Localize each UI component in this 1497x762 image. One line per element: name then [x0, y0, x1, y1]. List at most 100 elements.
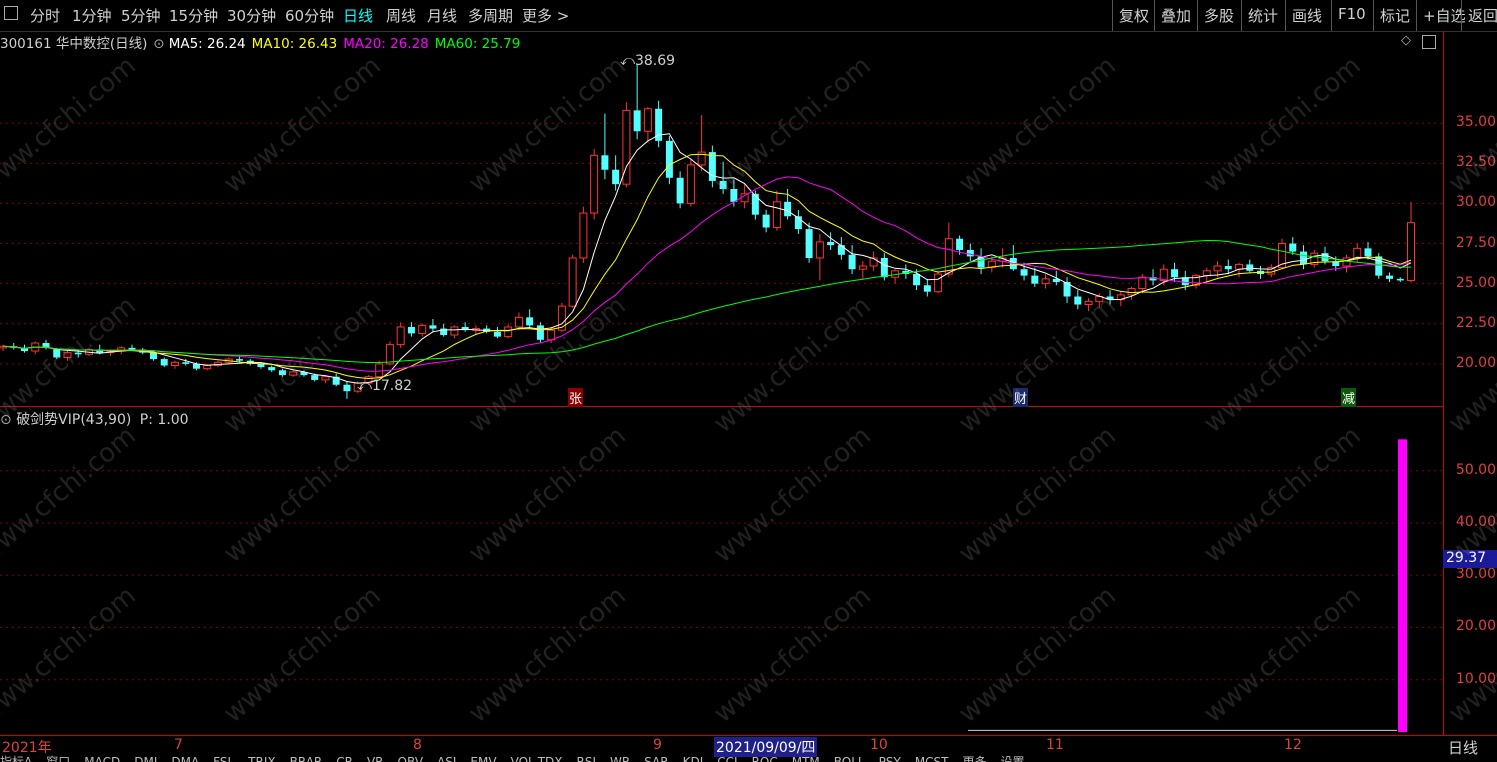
indicator-tab-14[interactable]: RSI: [577, 755, 597, 762]
candle-body: [719, 180, 727, 189]
candle-body: [612, 169, 620, 185]
ma20-line: [2, 176, 1412, 372]
candle-body: [1375, 256, 1383, 276]
candle-body: [343, 384, 351, 392]
candle-body: [385, 344, 394, 365]
indicator-tab-15[interactable]: WR: [610, 755, 630, 762]
indicator-tab-22[interactable]: PSY: [879, 755, 901, 762]
candle-body: [1396, 278, 1404, 281]
indicator-tab-3[interactable]: DMI: [134, 755, 157, 762]
candle-body: [665, 140, 673, 178]
indicator-tab-19[interactable]: ROC: [752, 755, 778, 762]
kline-chart[interactable]: [0, 0, 1443, 735]
date-label-sep: 9: [653, 737, 662, 753]
candle-body: [1364, 248, 1372, 257]
candle-body: [805, 229, 813, 258]
price-tick-label: 32.50: [1455, 154, 1496, 171]
indicator-name: 破剑势VIP(43,90): [16, 412, 132, 428]
date-label-jul: 7: [174, 737, 183, 753]
indicator-tab-4[interactable]: DMA: [171, 755, 199, 762]
indicator-tab-7[interactable]: BRAR: [290, 755, 323, 762]
candle-body: [643, 108, 652, 132]
date-label-nov: 11: [1046, 737, 1064, 753]
candle-body: [504, 326, 513, 338]
candle-body: [74, 352, 82, 355]
tool-button-8[interactable]: 返回: [1461, 0, 1497, 31]
indicator-tab-0[interactable]: 指标A: [0, 755, 32, 762]
marker-cai[interactable]: 财: [1013, 388, 1029, 407]
candle-body: [429, 325, 437, 329]
indicator-tab-8[interactable]: CR: [336, 755, 353, 762]
indicator-tab-23[interactable]: MCST: [915, 755, 949, 762]
candle-body: [1246, 264, 1254, 271]
candle-body: [1020, 269, 1028, 276]
candle-body: [1353, 247, 1362, 259]
candle-body: [1127, 287, 1136, 296]
candle-body: [956, 238, 964, 250]
candle-body: [1202, 270, 1211, 277]
indicator-tab-6[interactable]: TRIX: [248, 755, 275, 762]
indicator-tab-17[interactable]: KDJ: [683, 755, 704, 762]
price-tick-label: 22.50: [1455, 314, 1496, 331]
date-label-aug: 8: [413, 737, 422, 753]
candle-body: [547, 329, 556, 341]
marker-zhang[interactable]: 张: [568, 388, 584, 407]
candle-body: [160, 359, 168, 366]
candle-body: [182, 362, 190, 364]
indicator-tab-25[interactable]: 设置: [1001, 755, 1025, 762]
indicator-tab-12[interactable]: EMV: [470, 755, 496, 762]
indicator-current-value: 29.37: [1443, 550, 1497, 568]
indicator-tab-21[interactable]: BOLL: [834, 755, 865, 762]
high-value: 38.69: [634, 53, 676, 69]
price-tick-label: 25.00: [1455, 274, 1496, 291]
indicator-settings-icon[interactable]: ⊙: [0, 412, 12, 428]
candle-body: [557, 305, 566, 331]
candle-body: [278, 370, 286, 376]
candle-body: [203, 364, 212, 370]
candle-body: [1171, 269, 1179, 278]
candle-body: [53, 349, 61, 358]
indicator-tab-24[interactable]: 更多: [963, 755, 987, 762]
indicator-tab-10[interactable]: OBV: [398, 755, 424, 762]
indicator-bar: [1398, 439, 1407, 732]
indicator-tab-1[interactable]: 窗口: [46, 755, 70, 762]
indicator-tick-label: 20.00: [1455, 618, 1496, 635]
candle-body: [536, 325, 544, 340]
candle-body: [784, 201, 792, 217]
candle-body: [1407, 222, 1415, 281]
indicator-tab-2[interactable]: MACD: [84, 755, 120, 762]
candle-body: [1031, 275, 1039, 284]
candle-body: [128, 347, 136, 350]
candle-body: [321, 376, 330, 381]
candle-body: [311, 375, 319, 380]
candle-body: [514, 316, 523, 328]
date-axis: 2021年 7 8 9 2021/09/09/四 10 11 12: [0, 735, 1497, 757]
ma10-line: [2, 153, 1412, 380]
indicator-tick-label: 40.00: [1455, 513, 1496, 530]
ma60-line: [2, 239, 1412, 363]
indicator-tick-label: 30.00: [1455, 566, 1496, 583]
candle-body: [601, 155, 609, 170]
indicator-tab-13[interactable]: VOL-TDX: [511, 755, 563, 762]
indicator-tab-20[interactable]: MTM: [792, 755, 820, 762]
marker-jian[interactable]: 减: [1341, 388, 1357, 407]
candle-body: [1386, 275, 1394, 279]
candle-body: [1074, 296, 1082, 305]
candle-body: [1289, 243, 1297, 252]
candle-body: [568, 257, 577, 307]
indicator-tab-9[interactable]: VR: [367, 755, 384, 762]
panel-divider: [0, 406, 1443, 407]
candle-body: [418, 324, 427, 334]
candle-body: [827, 241, 835, 246]
indicator-tab-11[interactable]: ASI: [437, 755, 456, 762]
candle-body: [686, 164, 695, 204]
indicator-p: P: 1.00: [139, 412, 189, 428]
indicator-tick-label: 10.00: [1455, 670, 1496, 687]
indicator-tab-16[interactable]: SAR: [644, 755, 668, 762]
candle-body: [772, 201, 781, 228]
indicator-tab-18[interactable]: CCI: [717, 755, 737, 762]
candle-body: [751, 193, 759, 215]
indicator-tab-5[interactable]: FSL: [213, 755, 234, 762]
candle-body: [676, 177, 684, 204]
candle-body: [590, 154, 599, 214]
